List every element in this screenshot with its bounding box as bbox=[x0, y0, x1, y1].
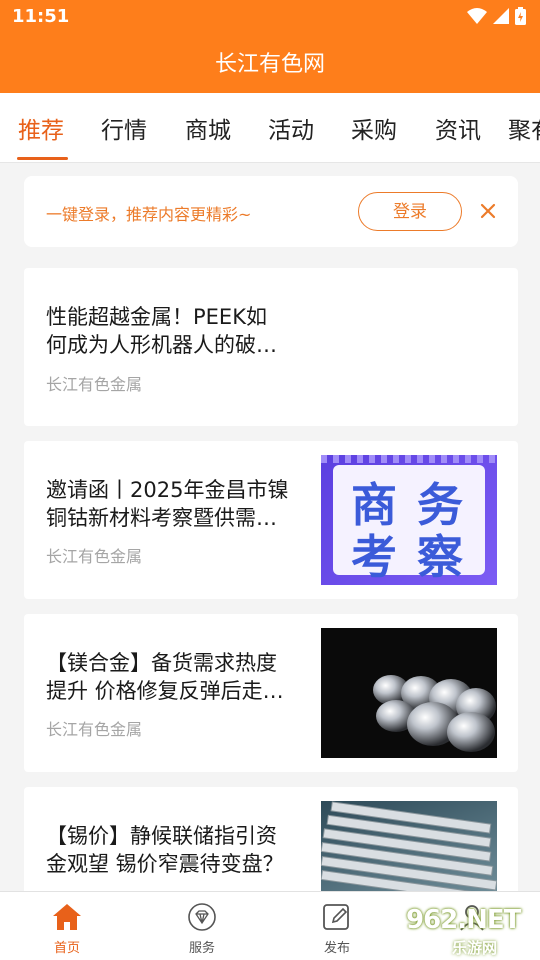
article-source: 长江有色金属 bbox=[46, 375, 143, 394]
article-thumbnail: 商 务 考 察 bbox=[321, 455, 497, 585]
article-title-line: 何成为人形机器人的破… bbox=[46, 333, 277, 357]
article-source: 长江有色金属 bbox=[46, 720, 143, 739]
article-title-line: 性能超越金属！PEEK如 bbox=[46, 305, 267, 329]
article-card[interactable]: 性能超越金属！PEEK如 何成为人形机器人的破… 长江有色金属 bbox=[24, 268, 518, 426]
tab-events[interactable]: 活动 bbox=[268, 111, 314, 145]
nav-service[interactable]: 服务 bbox=[162, 892, 242, 960]
watermark-subtext: 乐游网 bbox=[452, 939, 498, 957]
tab-news[interactable]: 资讯 bbox=[435, 111, 481, 145]
nav-service-label: 服务 bbox=[188, 941, 215, 956]
signal-icon bbox=[493, 8, 509, 24]
nav-publish[interactable]: 发布 bbox=[297, 892, 377, 960]
thumbnail-char: 考 bbox=[351, 530, 397, 584]
article-title-line: 【镁合金】备货需求热度 bbox=[46, 651, 277, 675]
article-thumbnail bbox=[321, 801, 497, 891]
tab-recommend[interactable]: 推荐 bbox=[18, 111, 64, 145]
article-card[interactable]: 【锡价】静候联储指引资 金观望 锡价窄震待变盘？ bbox=[24, 787, 518, 891]
home-icon bbox=[53, 904, 81, 930]
app-header: 11:51 长江有色网 bbox=[0, 0, 540, 93]
status-bar: 11:51 bbox=[0, 0, 540, 34]
watermark-text: 962.NET bbox=[406, 905, 521, 935]
page-title: 长江有色网 bbox=[214, 52, 325, 77]
diamond-icon bbox=[188, 903, 216, 931]
article-title-line: 提升 价格修复反弹后走… bbox=[46, 679, 284, 703]
login-prompt-text: 一键登录，推荐内容更精彩~ bbox=[46, 205, 252, 224]
nav-home-label: 首页 bbox=[53, 941, 80, 956]
article-title-line: 【锡价】静候联储指引资 bbox=[46, 824, 277, 848]
article-title-line: 铜钴新材料考察暨供需… bbox=[46, 506, 277, 530]
article-card[interactable]: 【镁合金】备货需求热度 提升 价格修复反弹后走… 长江有色金属 bbox=[24, 614, 518, 772]
article-source: 长江有色金属 bbox=[46, 547, 143, 566]
article-title-line: 金观望 锡价窄震待变盘？ bbox=[46, 852, 284, 876]
active-tab-indicator bbox=[17, 157, 68, 160]
edit-icon bbox=[323, 904, 349, 930]
tab-more[interactable]: 聚有 bbox=[508, 111, 540, 145]
category-tabs: 推荐 行情 商城 活动 采购 资讯 聚有 bbox=[0, 93, 540, 163]
wifi-icon bbox=[467, 8, 487, 24]
tab-purchase[interactable]: 采购 bbox=[351, 111, 397, 145]
close-icon[interactable] bbox=[476, 199, 500, 223]
tab-market[interactable]: 行情 bbox=[101, 111, 147, 145]
site-watermark: 962.NET 乐游网 bbox=[400, 905, 540, 960]
article-thumbnail bbox=[321, 628, 497, 758]
article-title-line: 邀请函丨2025年金昌市镍 bbox=[46, 478, 289, 502]
nav-home[interactable]: 首页 bbox=[27, 892, 107, 960]
article-card[interactable]: 邀请函丨2025年金昌市镍 铜钴新材料考察暨供需… 长江有色金属 商 务 考 察 bbox=[24, 441, 518, 599]
login-button[interactable]: 登录 bbox=[358, 192, 462, 231]
battery-icon bbox=[515, 7, 526, 25]
nav-publish-label: 发布 bbox=[323, 941, 350, 956]
login-banner: 一键登录，推荐内容更精彩~ 登录 bbox=[24, 176, 518, 247]
tab-mall[interactable]: 商城 bbox=[185, 111, 231, 145]
status-time: 11:51 bbox=[12, 6, 70, 27]
thumbnail-char: 察 bbox=[417, 530, 463, 584]
status-icons bbox=[467, 6, 526, 26]
